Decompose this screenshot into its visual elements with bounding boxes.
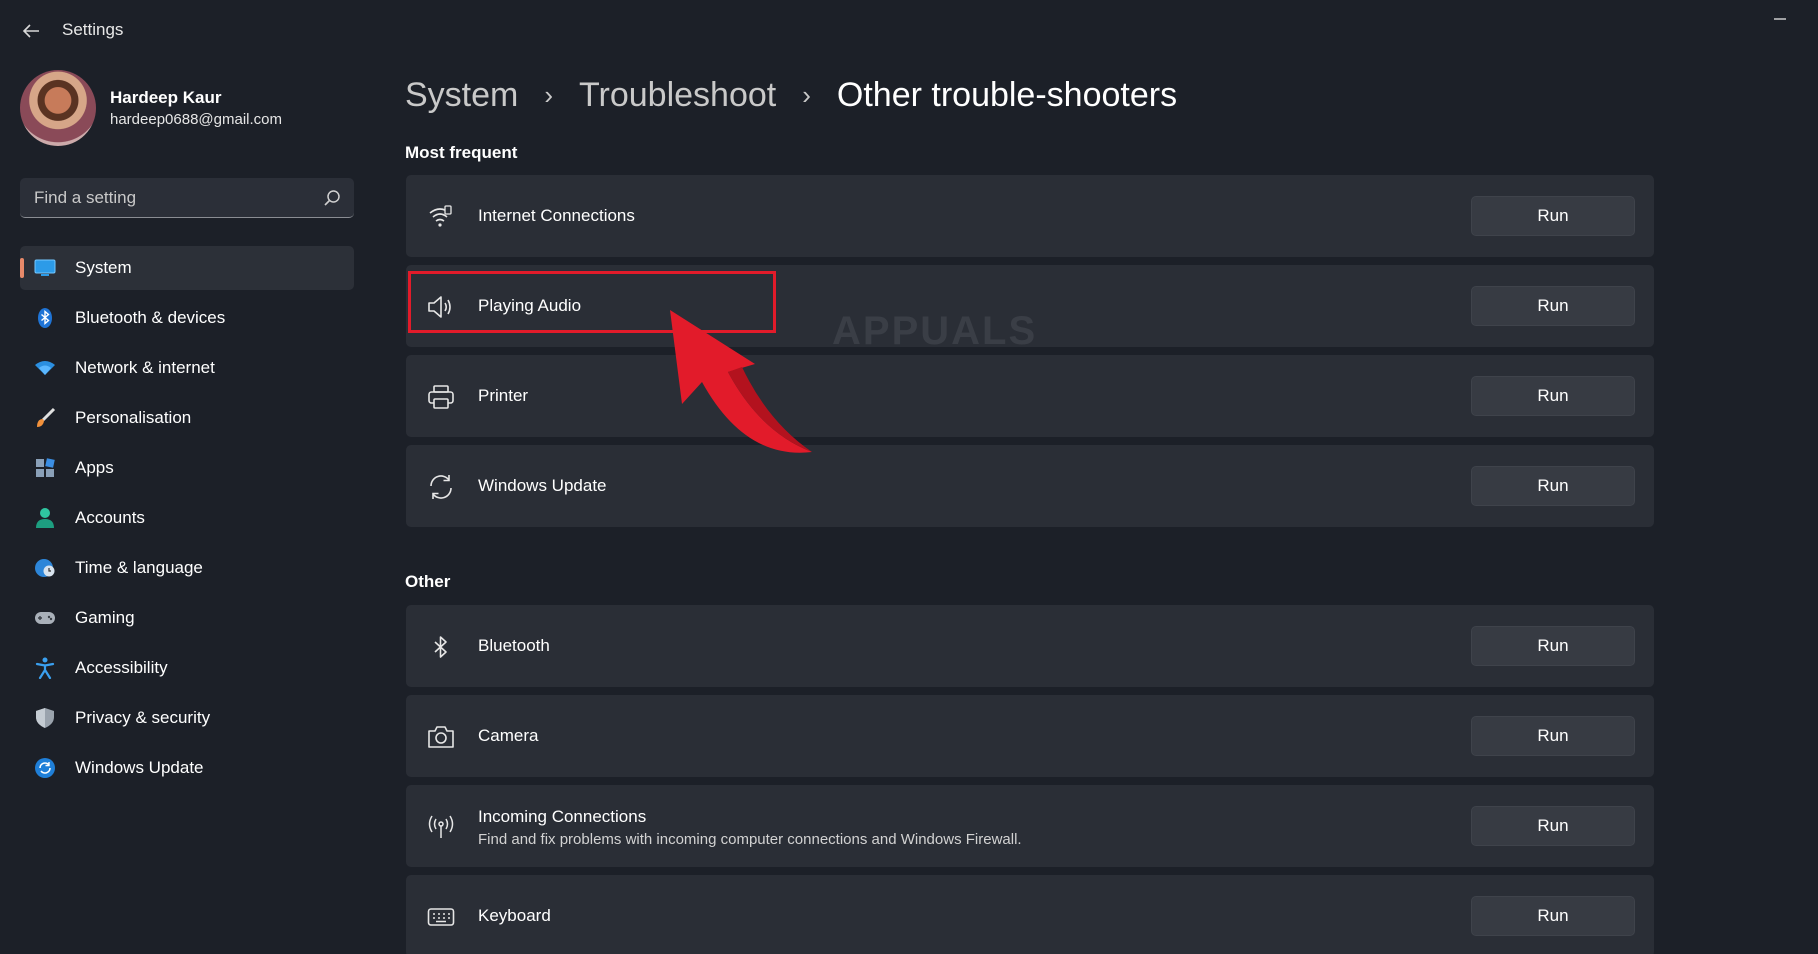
sidebar-item-label: Apps <box>75 458 114 477</box>
bluetooth-icon <box>426 633 456 661</box>
troubleshooter-windows-update: Windows Update Run <box>406 445 1654 527</box>
section-title-most-frequent: Most frequent <box>405 143 518 162</box>
sidebar-item-apps[interactable]: Apps <box>20 446 354 490</box>
avatar <box>20 70 96 146</box>
sidebar-item-network-internet[interactable]: Network & internet <box>20 346 354 390</box>
sidebar-item-label: Time & language <box>75 558 203 577</box>
breadcrumb-separator: › <box>544 79 554 110</box>
sidebar-item-label: Privacy & security <box>75 708 211 727</box>
sidebar-item-system[interactable]: System <box>20 246 354 290</box>
run-button-bluetooth[interactable]: Run <box>1471 626 1635 666</box>
search-placeholder: Find a setting <box>34 188 137 207</box>
internet-connections-icon <box>426 203 456 231</box>
user-name: Hardeep Kaur <box>110 88 222 107</box>
sidebar-item-label: Accessibility <box>75 658 168 677</box>
red-arrow-annotation <box>670 310 812 453</box>
apps-icon <box>34 457 56 479</box>
run-button-incoming-connections[interactable]: Run <box>1471 806 1635 846</box>
troubleshooter-incoming-connections: Incoming Connections Find and fix proble… <box>406 785 1654 867</box>
sidebar-item-label: System <box>75 258 132 277</box>
troubleshooter-label: Printer <box>478 386 529 405</box>
section-title-other: Other <box>405 572 451 591</box>
sidebar-item-label: Windows Update <box>75 758 204 777</box>
globe-clock-icon <box>34 557 56 579</box>
watermark-logo: APPUALS <box>832 309 1037 352</box>
troubleshooter-label: Windows Update <box>478 476 607 495</box>
back-button[interactable] <box>18 18 44 44</box>
sidebar-item-bluetooth-devices[interactable]: Bluetooth & devices <box>20 296 354 340</box>
sidebar-item-label: Bluetooth & devices <box>75 308 226 327</box>
search-input[interactable]: Find a setting <box>20 178 354 218</box>
run-button-windows-update[interactable]: Run <box>1471 466 1635 506</box>
troubleshooter-printer: Printer Run <box>406 355 1654 437</box>
sidebar-item-time-language[interactable]: Time & language <box>20 546 354 590</box>
sidebar-nav: System Bluetooth & devices Network & int… <box>20 246 354 796</box>
search-icon[interactable] <box>322 188 342 208</box>
minimize-icon <box>1774 18 1786 20</box>
accessibility-icon <box>34 657 56 679</box>
sidebar-item-privacy-security[interactable]: Privacy & security <box>20 696 354 740</box>
sidebar-item-gaming[interactable]: Gaming <box>20 596 354 640</box>
sync-icon <box>426 473 456 501</box>
troubleshooter-label: Bluetooth <box>478 636 550 655</box>
watermark-text: APPUALS <box>832 309 1037 352</box>
troubleshooter-label: Camera <box>478 726 539 745</box>
sidebar-item-personalisation[interactable]: Personalisation <box>20 396 354 440</box>
bluetooth-icon <box>34 307 56 329</box>
title-bar: Settings <box>0 0 1818 60</box>
antenna-icon <box>426 813 456 841</box>
run-button-camera[interactable]: Run <box>1471 716 1635 756</box>
sidebar-item-label: Accounts <box>75 508 145 527</box>
user-profile[interactable]: Hardeep Kaur hardeep0688@gmail.com <box>20 70 360 148</box>
run-button-keyboard[interactable]: Run <box>1471 896 1635 936</box>
shield-icon <box>34 707 56 729</box>
keyboard-icon <box>426 903 456 931</box>
breadcrumb-separator: › <box>802 79 811 110</box>
sidebar-item-label: Network & internet <box>75 358 215 377</box>
troubleshooter-description: Find and fix problems with incoming comp… <box>478 831 1022 848</box>
sidebar-item-accounts[interactable]: Accounts <box>20 496 354 540</box>
breadcrumb-troubleshoot[interactable]: Troubleshoot <box>579 76 776 115</box>
update-icon <box>34 757 56 779</box>
troubleshooter-label: Incoming Connections <box>478 807 647 826</box>
brush-icon <box>34 407 56 429</box>
troubleshooter-label: Internet Connections <box>478 206 635 225</box>
troubleshooter-bluetooth: Bluetooth Run <box>406 605 1654 687</box>
troubleshooter-internet-connections: Internet Connections Run <box>406 175 1654 257</box>
minimize-button[interactable] <box>1760 6 1800 32</box>
settings-window: Settings Hardeep Kaur hardeep0688@gmail.… <box>0 0 1818 954</box>
back-arrow-icon <box>22 24 39 38</box>
sidebar-item-label: Gaming <box>75 608 135 627</box>
breadcrumb-system[interactable]: System <box>405 76 518 115</box>
gamepad-icon <box>34 607 56 629</box>
wifi-icon <box>34 357 56 379</box>
account-icon <box>34 507 56 529</box>
sidebar-item-label: Personalisation <box>75 408 192 427</box>
troubleshooter-keyboard: Keyboard Run <box>406 875 1654 954</box>
troubleshooter-camera: Camera Run <box>406 695 1654 777</box>
system-icon <box>34 257 56 279</box>
run-button-printer[interactable]: Run <box>1471 376 1635 416</box>
camera-icon <box>426 723 456 751</box>
page-title: Other trouble-shooters <box>836 75 1178 114</box>
sidebar-item-accessibility[interactable]: Accessibility <box>20 646 354 690</box>
user-email: hardeep0688@gmail.com <box>110 111 282 128</box>
run-button-internet-connections[interactable]: Run <box>1471 196 1635 236</box>
breadcrumb: System › Troubleshoot › Other trouble-sh… <box>405 72 1177 118</box>
app-title: Settings <box>62 20 124 39</box>
sidebar-item-windows-update[interactable]: Windows Update <box>20 746 354 790</box>
printer-icon <box>426 383 456 411</box>
troubleshooter-label: Keyboard <box>478 906 551 925</box>
run-button-playing-audio[interactable]: Run <box>1471 286 1635 326</box>
